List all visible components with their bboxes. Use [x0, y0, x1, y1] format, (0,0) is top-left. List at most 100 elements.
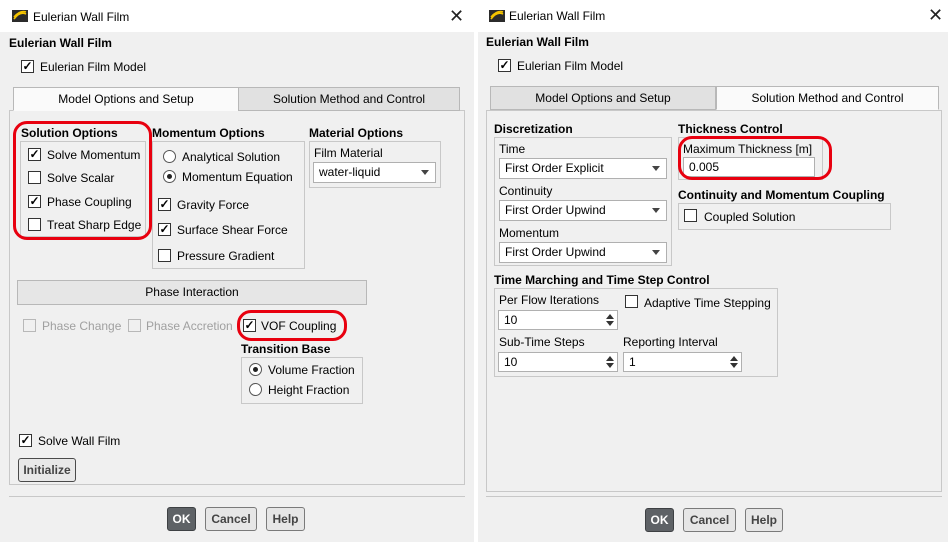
solution-options-title: Solution Options: [21, 126, 118, 140]
continuity-dropdown[interactable]: First Order Upwind: [499, 200, 667, 221]
ok-button[interactable]: OK: [167, 507, 196, 531]
solve-momentum-checkbox[interactable]: ✓: [28, 148, 41, 161]
window-title: Eulerian Wall Film: [33, 10, 130, 24]
initialize-button[interactable]: Initialize: [18, 458, 76, 482]
adaptive-time-stepping-checkbox[interactable]: [625, 295, 638, 308]
phase-change-checkbox: [23, 319, 36, 332]
spin-down-icon[interactable]: [606, 321, 614, 326]
tab-model-options[interactable]: Model Options and Setup: [490, 86, 716, 110]
sub-time-steps-spinner[interactable]: 10: [498, 352, 618, 372]
continuity-label: Continuity: [499, 184, 553, 198]
film-material-dropdown[interactable]: water-liquid: [313, 162, 436, 183]
surface-shear-force-label: Surface Shear Force: [177, 223, 288, 237]
tab-model-options[interactable]: Model Options and Setup: [13, 87, 239, 111]
momentum-equation-label: Momentum Equation: [182, 170, 293, 184]
pressure-gradient-checkbox[interactable]: [158, 249, 171, 262]
treat-sharp-edge-checkbox[interactable]: [28, 218, 41, 231]
adaptive-time-stepping-label: Adaptive Time Stepping: [644, 296, 771, 310]
help-button[interactable]: Help: [266, 507, 305, 531]
momentum-dropdown[interactable]: First Order Upwind: [499, 242, 667, 263]
analytical-solution-radio[interactable]: [163, 150, 176, 163]
momentum-value: First Order Upwind: [505, 245, 606, 259]
momentum-label: Momentum: [499, 226, 560, 240]
solve-momentum-label: Solve Momentum: [47, 148, 141, 162]
dropdown-arrow-icon: [652, 250, 660, 255]
spin-up-icon[interactable]: [606, 356, 614, 361]
dialog-header: Eulerian Wall Film: [486, 35, 589, 49]
help-button[interactable]: Help: [745, 508, 783, 532]
solve-scalar-checkbox[interactable]: [28, 171, 41, 184]
footer-separator: [486, 496, 942, 497]
coupling-title: Continuity and Momentum Coupling: [678, 188, 885, 202]
dialog-left: Eulerian Wall Film ✕ Eulerian Wall Film …: [0, 0, 474, 542]
eulerian-film-model-label: Eulerian Film Model: [40, 60, 147, 74]
dropdown-arrow-icon: [652, 208, 660, 213]
surface-shear-force-checkbox[interactable]: ✓: [158, 223, 171, 236]
film-material-label: Film Material: [314, 146, 383, 160]
close-icon[interactable]: ✕: [928, 6, 943, 24]
coupled-solution-checkbox[interactable]: [684, 209, 697, 222]
momentum-options-title: Momentum Options: [152, 126, 265, 140]
eulerian-film-model-label: Eulerian Film Model: [517, 59, 624, 73]
transition-base-title: Transition Base: [241, 342, 331, 356]
momentum-equation-radio[interactable]: [163, 170, 176, 183]
coupled-solution-label: Coupled Solution: [704, 210, 796, 224]
film-material-value: water-liquid: [319, 165, 381, 179]
time-value: First Order Explicit: [505, 161, 604, 175]
cancel-button[interactable]: Cancel: [205, 507, 257, 531]
treat-sharp-edge-label: Treat Sharp Edge: [47, 218, 142, 232]
solve-scalar-label: Solve Scalar: [47, 171, 115, 185]
spin-down-icon[interactable]: [730, 363, 738, 368]
per-flow-iterations-spinner[interactable]: 10: [498, 310, 618, 330]
maximum-thickness-input[interactable]: 0.005: [683, 157, 815, 177]
cancel-button[interactable]: Cancel: [683, 508, 736, 532]
per-flow-iterations-label: Per Flow Iterations: [499, 293, 600, 307]
window-title: Eulerian Wall Film: [509, 9, 606, 23]
spin-up-icon[interactable]: [606, 314, 614, 319]
discretization-title: Discretization: [494, 122, 573, 136]
close-icon[interactable]: ✕: [449, 7, 464, 25]
phase-interaction-button[interactable]: Phase Interaction: [17, 280, 367, 305]
continuity-value: First Order Upwind: [505, 203, 606, 217]
phase-coupling-label: Phase Coupling: [47, 195, 132, 209]
reporting-interval-label: Reporting Interval: [623, 335, 718, 349]
volume-fraction-label: Volume Fraction: [268, 363, 355, 377]
pressure-gradient-label: Pressure Gradient: [177, 249, 275, 263]
dialog-right: Eulerian Wall Film ✕ Eulerian Wall Film …: [478, 0, 948, 542]
tab-solution-method[interactable]: Solution Method and Control: [716, 86, 939, 110]
time-marching-title: Time Marching and Time Step Control: [494, 273, 710, 287]
ok-button[interactable]: OK: [645, 508, 674, 532]
phase-accretion-label: Phase Accretion: [146, 319, 233, 333]
time-label: Time: [499, 142, 526, 156]
footer-separator: [9, 496, 465, 497]
dialog-header: Eulerian Wall Film: [9, 36, 112, 50]
phase-accretion-checkbox: [128, 319, 141, 332]
spin-up-icon[interactable]: [730, 356, 738, 361]
solve-wall-film-checkbox[interactable]: ✓: [19, 434, 32, 447]
gravity-force-checkbox[interactable]: ✓: [158, 198, 171, 211]
vof-coupling-label: VOF Coupling: [261, 319, 337, 333]
app-icon: [12, 10, 28, 22]
height-fraction-radio[interactable]: [249, 383, 262, 396]
title-bar: Eulerian Wall Film ✕: [478, 0, 948, 32]
phase-coupling-checkbox[interactable]: ✓: [28, 195, 41, 208]
dropdown-arrow-icon: [421, 170, 429, 175]
time-dropdown[interactable]: First Order Explicit: [499, 158, 667, 179]
volume-fraction-radio[interactable]: [249, 363, 262, 376]
gravity-force-label: Gravity Force: [177, 198, 250, 212]
solve-wall-film-label: Solve Wall Film: [38, 434, 121, 448]
spin-down-icon[interactable]: [606, 363, 614, 368]
material-options-title: Material Options: [309, 126, 404, 140]
eulerian-film-model-checkbox[interactable]: ✓: [21, 60, 34, 73]
phase-change-label: Phase Change: [42, 319, 122, 333]
vof-coupling-checkbox[interactable]: ✓: [243, 319, 256, 332]
sub-time-steps-value: 10: [504, 355, 518, 369]
eulerian-film-model-checkbox[interactable]: ✓: [498, 59, 511, 72]
sub-time-steps-label: Sub-Time Steps: [499, 335, 585, 349]
reporting-interval-spinner[interactable]: 1: [623, 352, 742, 372]
reporting-interval-value: 1: [629, 355, 636, 369]
per-flow-iterations-value: 10: [504, 313, 518, 327]
tab-solution-method[interactable]: Solution Method and Control: [238, 87, 460, 111]
thickness-control-title: Thickness Control: [678, 122, 783, 136]
maximum-thickness-label: Maximum Thickness [m]: [683, 142, 813, 156]
